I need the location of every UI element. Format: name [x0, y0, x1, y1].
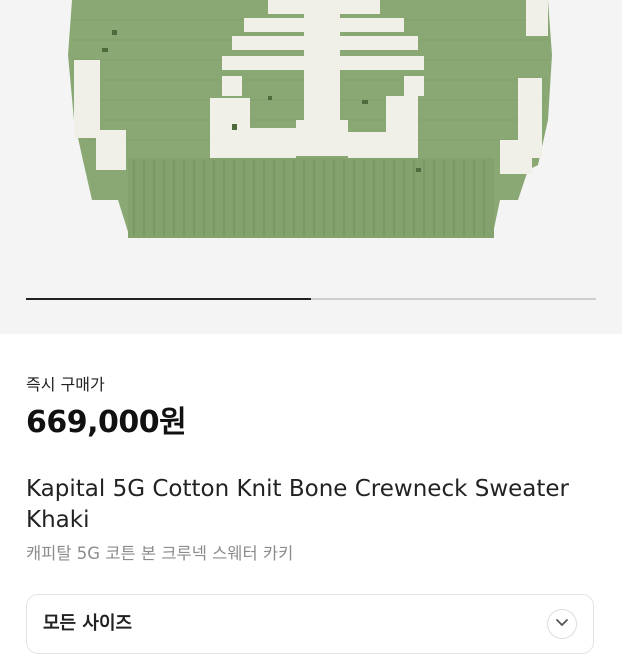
price-label: 즉시 구매가 [26, 375, 105, 394]
price-value: 669,000원 [26, 405, 187, 440]
product-title-korean: 캐피탈 5G 코튼 본 크루넥 스웨터 카키 [26, 544, 294, 563]
carousel-progress-fill [26, 298, 311, 300]
product-image[interactable] [0, 0, 622, 334]
size-selector[interactable]: 모든 사이즈 [26, 594, 594, 654]
product-title-english: Kapital 5G Cotton Knit Bone Crewneck Swe… [26, 476, 569, 533]
chevron-down-icon[interactable] [547, 609, 577, 639]
size-selector-label: 모든 사이즈 [43, 613, 133, 634]
image-carousel-indicator[interactable] [26, 298, 596, 300]
sweater-illustration [68, 0, 552, 238]
